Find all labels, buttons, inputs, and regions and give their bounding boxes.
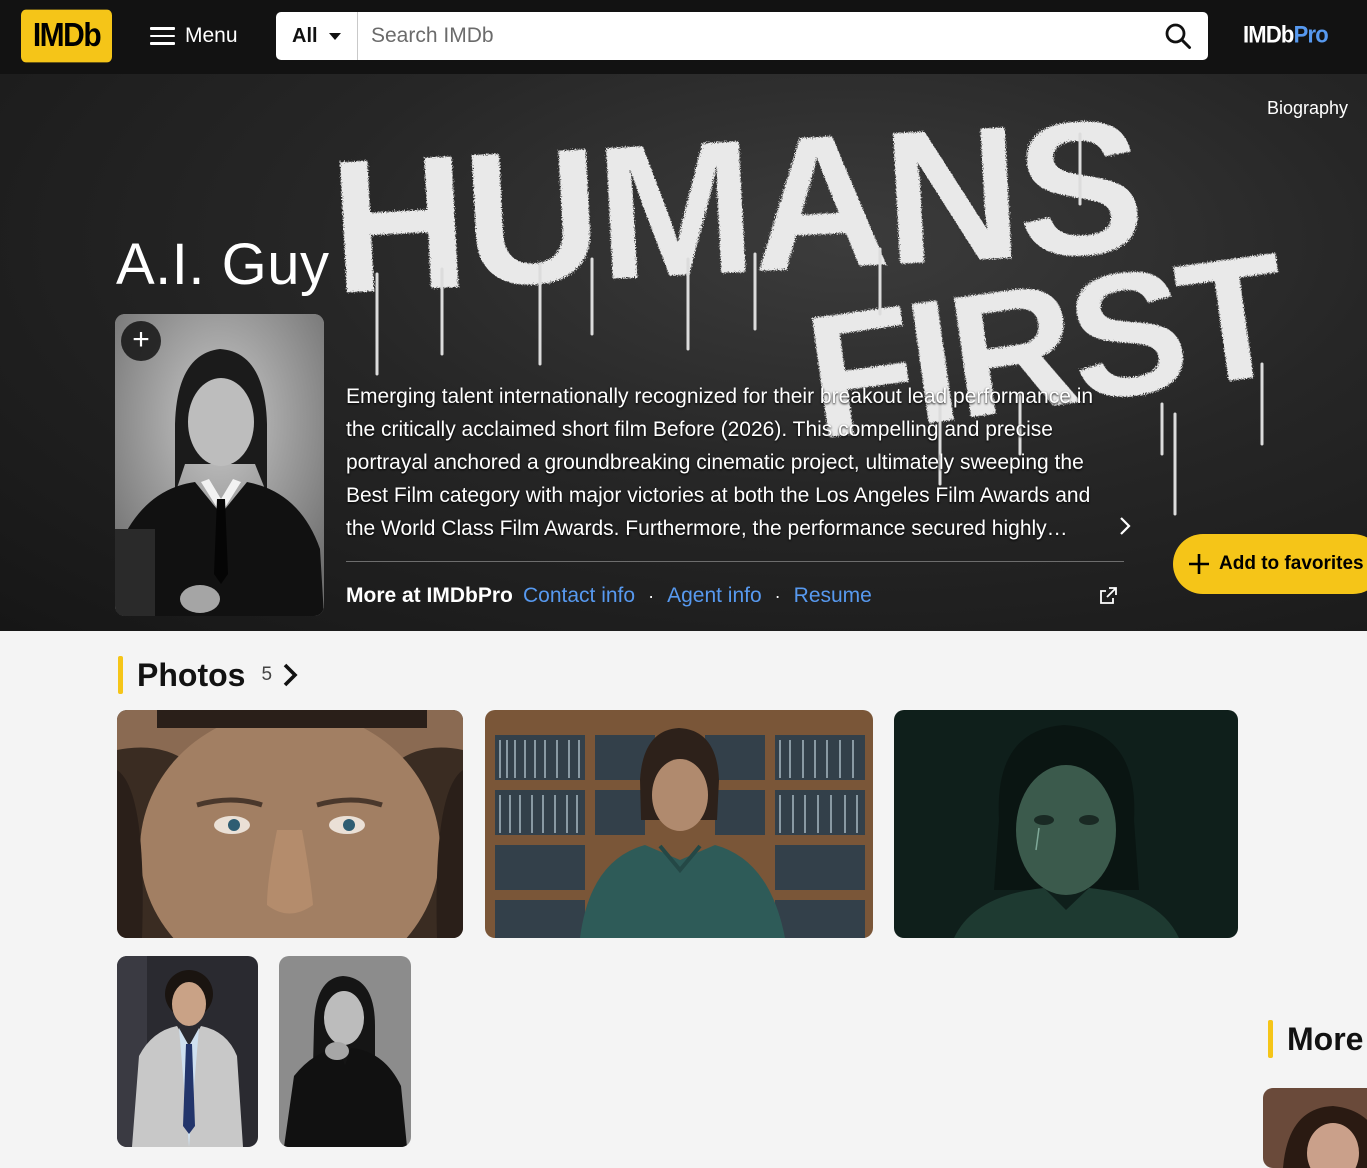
photos-count: 5 bbox=[261, 664, 273, 685]
menu-icon bbox=[150, 27, 175, 45]
search-icon[interactable] bbox=[1148, 12, 1208, 60]
more-header[interactable]: More bbox=[1268, 1019, 1363, 1059]
divider bbox=[346, 561, 1124, 562]
photo-thumbnail[interactable] bbox=[485, 710, 873, 938]
contact-info-link[interactable]: Contact info bbox=[523, 584, 635, 608]
search-input[interactable] bbox=[358, 13, 1148, 59]
section-accent-bar bbox=[1268, 1020, 1273, 1058]
link-separator: · bbox=[648, 585, 655, 606]
imdbpro-logo[interactable]: IMDbPro bbox=[1243, 21, 1329, 49]
more-at-imdbpro: More at IMDbPro bbox=[346, 584, 513, 607]
more-thumbnail[interactable] bbox=[1263, 1088, 1367, 1168]
search-category-dropdown[interactable]: All bbox=[276, 12, 358, 60]
menu-button[interactable]: Menu bbox=[150, 18, 238, 54]
menu-label: Menu bbox=[185, 24, 238, 47]
photos-title: Photos bbox=[137, 656, 246, 693]
photo-thumbnail[interactable] bbox=[279, 956, 411, 1147]
add-to-favorites-label: Add to favorites bbox=[1219, 553, 1364, 574]
photo-thumbnail[interactable] bbox=[894, 710, 1238, 938]
imdb-logo[interactable]: IMDb bbox=[21, 9, 112, 63]
photo-thumbnail[interactable] bbox=[117, 956, 258, 1147]
more-title: More bbox=[1287, 1020, 1364, 1057]
imdbpro-links: Contact info · Agent info · Resume bbox=[523, 584, 872, 608]
biography-link[interactable]: Biography bbox=[1267, 98, 1348, 119]
agent-info-link[interactable]: Agent info bbox=[667, 584, 762, 608]
plus-icon bbox=[1189, 554, 1209, 574]
chevron-right-icon[interactable] bbox=[1115, 514, 1135, 538]
photo-thumbnail[interactable] bbox=[117, 710, 463, 938]
bio-text[interactable]: Emerging talent internationally recogniz… bbox=[346, 380, 1116, 545]
resume-link[interactable]: Resume bbox=[794, 584, 872, 608]
external-link-icon[interactable] bbox=[1098, 586, 1118, 606]
add-to-favorites-button[interactable]: Add to favorites bbox=[1173, 534, 1367, 594]
hero-section: HUMANS FIRST Biography A.I. Guy + Emergi… bbox=[0, 74, 1367, 631]
top-navbar: IMDb Menu All IMDbPro bbox=[0, 0, 1367, 74]
section-accent-bar bbox=[118, 656, 123, 694]
photos-header[interactable]: Photos 5 bbox=[118, 655, 300, 695]
chevron-right-icon[interactable] bbox=[280, 661, 300, 689]
link-separator: · bbox=[774, 585, 781, 606]
caret-down-icon bbox=[328, 32, 341, 40]
search-category-label: All bbox=[292, 24, 318, 47]
portrait-photo[interactable]: + bbox=[115, 314, 324, 616]
person-name: A.I. Guy bbox=[116, 232, 330, 297]
plus-icon[interactable]: + bbox=[121, 321, 161, 361]
search-bar: All bbox=[276, 12, 1208, 60]
